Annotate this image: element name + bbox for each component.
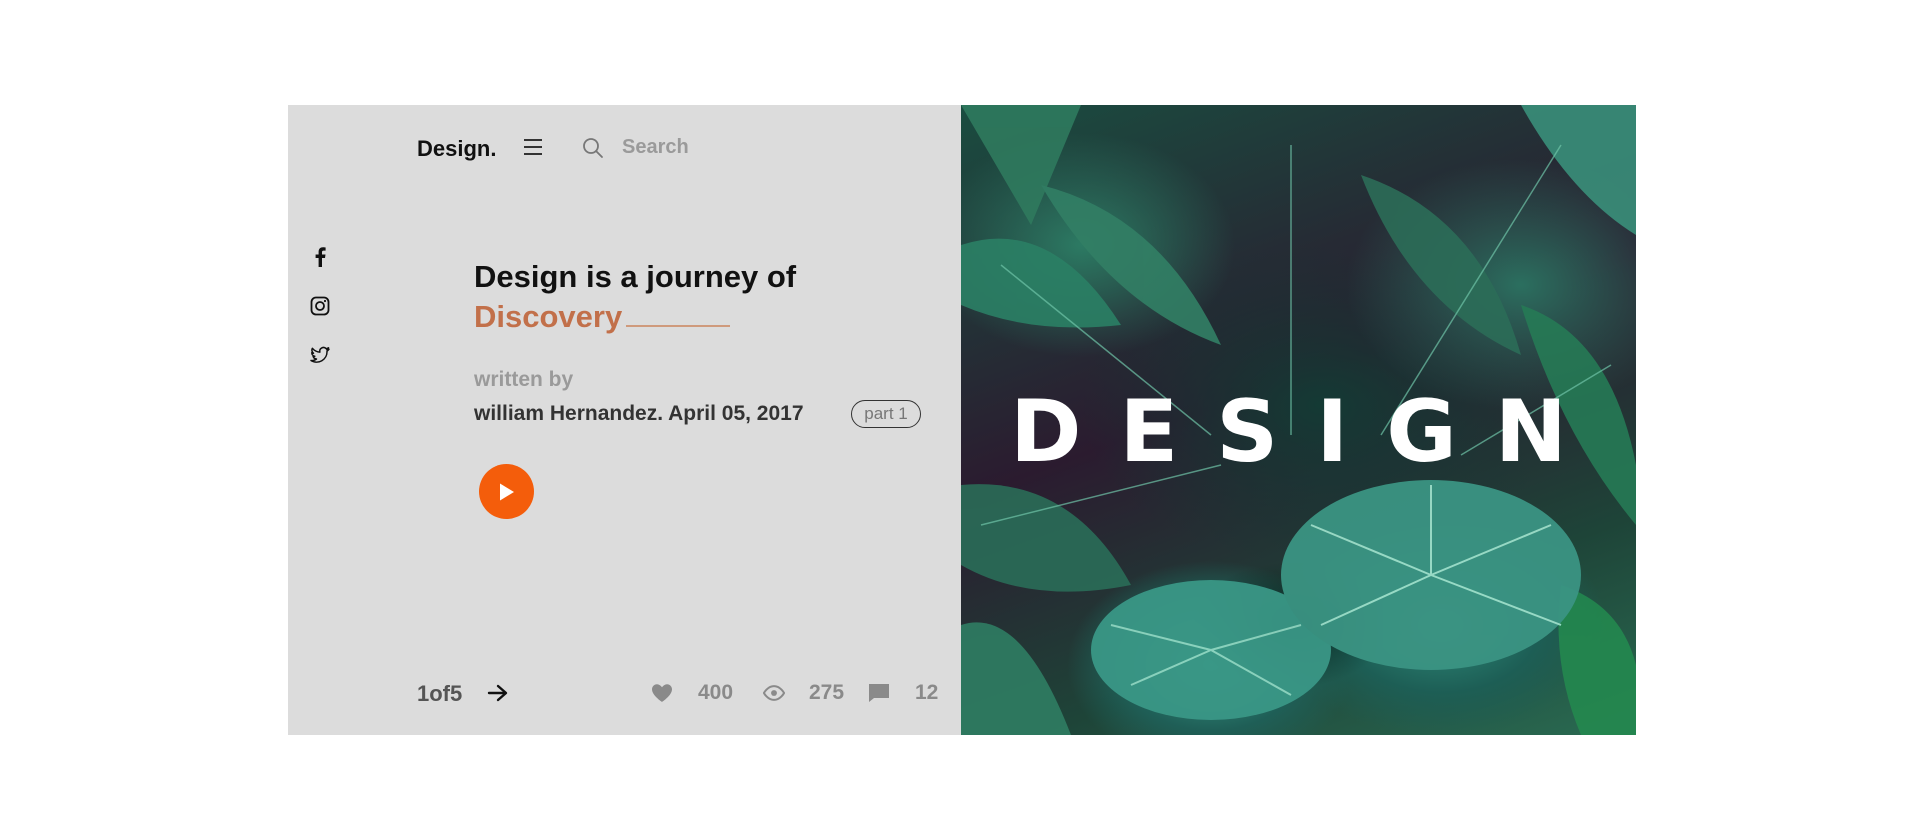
search-icon[interactable] [582,137,604,159]
comment-icon[interactable] [868,683,890,703]
search-input[interactable] [620,135,744,160]
arrow-right-icon[interactable] [487,683,509,703]
hamburger-menu-icon[interactable] [524,139,542,155]
author-date: william Hernandez. April 05, 2017 [474,402,804,425]
facebook-icon[interactable] [310,247,330,267]
part-badge[interactable]: part 1 [851,400,921,428]
twitter-icon[interactable] [310,345,330,365]
views-count: 275 [809,681,845,704]
hero-title: DESIGN [1010,382,1605,482]
content-panel: Design. Des [288,105,961,735]
hero-card: Design. Des [288,105,1636,735]
eye-icon[interactable] [763,683,785,703]
logo[interactable]: Design. [417,136,496,162]
hero-image: DESIGN [961,105,1636,735]
comments-count: 12 [915,681,939,704]
instagram-icon[interactable] [310,296,330,316]
highlight-underline [626,325,730,327]
headline-highlight: Discovery [474,299,623,334]
play-button[interactable] [479,464,534,519]
written-by-label: written by [474,368,574,391]
likes-count: 400 [698,681,734,704]
headline: Design is a journey of [474,259,797,294]
heart-icon[interactable] [651,683,673,703]
slide-counter: 1of5 [417,681,463,706]
play-icon [499,483,514,500]
